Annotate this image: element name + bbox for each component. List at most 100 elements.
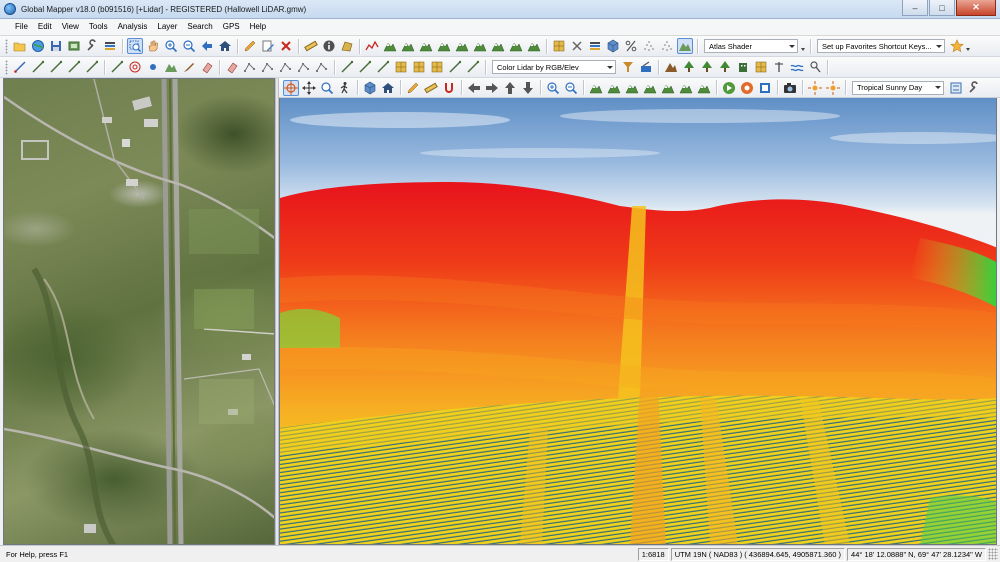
zoom-out-button[interactable] [563,80,579,96]
node-button[interactable] [260,59,276,75]
line-button[interactable] [357,59,373,75]
node-button[interactable] [296,59,312,75]
3d-cube-button[interactable] [362,80,378,96]
terrain-button[interactable] [660,80,676,96]
node-button[interactable] [314,59,330,75]
area-measure-button[interactable] [339,38,355,54]
brush-button[interactable] [181,59,197,75]
toolbar-overflow-icon[interactable] [801,47,805,51]
digitize-button[interactable] [12,59,28,75]
point-button[interactable] [145,59,161,75]
menu-analysis[interactable]: Analysis [113,19,153,35]
building-button[interactable] [735,59,751,75]
walk-button[interactable] [337,80,353,96]
home-button[interactable] [380,80,396,96]
menu-tools[interactable]: Tools [84,19,113,35]
terrain-button[interactable] [472,38,488,54]
home-button[interactable] [217,38,233,54]
stop-button[interactable] [757,80,773,96]
toolbar-overflow-icon[interactable] [966,47,970,51]
3d-lidar-view[interactable] [279,98,997,545]
path-profile-button[interactable] [364,38,380,54]
line-button[interactable] [30,59,46,75]
toolbar-grip[interactable] [5,59,8,75]
paint-button[interactable] [638,59,654,75]
node-button[interactable] [278,59,294,75]
edit-button[interactable] [260,38,276,54]
pan-hand-button[interactable] [145,38,161,54]
lidar-button[interactable] [659,38,675,54]
globe-button[interactable] [30,38,46,54]
zoom-in-button[interactable] [545,80,561,96]
eraser-button[interactable] [199,59,215,75]
arrow-down-button[interactable] [520,80,536,96]
line-button[interactable] [84,59,100,75]
pin-button[interactable] [807,59,823,75]
menu-search[interactable]: Search [182,19,217,35]
tree-button[interactable] [717,59,733,75]
menu-help[interactable]: Help [245,19,271,35]
grid-button[interactable] [393,59,409,75]
arrow-up-button[interactable] [502,80,518,96]
pencil-button[interactable] [405,80,421,96]
shader-select[interactable]: Atlas Shader [704,39,798,53]
terrain-button[interactable] [624,80,640,96]
menu-edit[interactable]: Edit [33,19,57,35]
line-button[interactable] [339,59,355,75]
close-button[interactable]: ✕ [956,0,996,16]
pole-button[interactable] [771,59,787,75]
terrain-button[interactable] [436,38,452,54]
pencil-button[interactable] [242,38,258,54]
arrow-right-button[interactable] [484,80,500,96]
filter-button[interactable] [620,59,636,75]
terrain-button[interactable] [382,38,398,54]
menu-gps[interactable]: GPS [218,19,245,35]
wrench-button[interactable] [84,38,100,54]
percent-button[interactable] [623,38,639,54]
mountain-button[interactable] [663,59,679,75]
info-button[interactable] [321,38,337,54]
terrain-button[interactable] [454,38,470,54]
target-button[interactable] [127,59,143,75]
sun-button[interactable] [825,80,841,96]
line-button[interactable] [48,59,64,75]
line-button[interactable] [375,59,391,75]
ruler-button[interactable] [303,38,319,54]
delete-x-button[interactable] [278,38,294,54]
zoom-button[interactable] [319,80,335,96]
terrain-button[interactable] [588,80,604,96]
3d-settings-button[interactable] [948,80,964,96]
back-arrow-button[interactable] [199,38,215,54]
terrain-button[interactable] [418,38,434,54]
open-folder-button[interactable] [12,38,28,54]
terrain-button[interactable] [606,80,622,96]
zoom-select-button[interactable] [127,38,143,54]
move-button[interactable] [301,80,317,96]
grid-button[interactable] [411,59,427,75]
favorites-shortcut-select[interactable]: Set up Favorites Shortcut Keys... [817,39,945,53]
menu-file[interactable]: File [10,19,33,35]
export-button[interactable] [66,38,82,54]
favorites-star-button[interactable] [949,38,965,54]
camera-button[interactable] [782,80,798,96]
lidar-color-select[interactable]: Color Lidar by RGB/Elev [492,60,616,74]
terrain-button[interactable] [400,38,416,54]
terrain-button[interactable] [696,80,712,96]
2d-map-view[interactable] [3,78,275,545]
node-button[interactable] [242,59,258,75]
grid-button[interactable] [429,59,445,75]
lidar-button[interactable] [641,38,657,54]
sun-button[interactable] [807,80,823,96]
tree-button[interactable] [699,59,715,75]
3d-cube-button[interactable] [605,38,621,54]
menu-view[interactable]: View [57,19,84,35]
terrain-button[interactable] [642,80,658,96]
save-button[interactable] [48,38,64,54]
chart-button[interactable] [677,38,693,54]
line-button[interactable] [447,59,463,75]
layers-button[interactable] [587,38,603,54]
menu-layer[interactable]: Layer [152,19,182,35]
line-button[interactable] [109,59,125,75]
zoom-out-button[interactable] [181,38,197,54]
line-button[interactable] [465,59,481,75]
